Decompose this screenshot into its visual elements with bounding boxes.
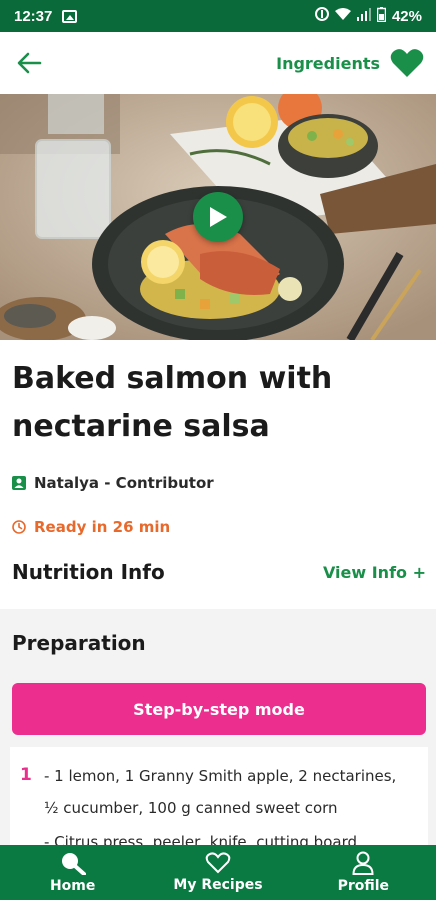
heart-icon xyxy=(205,852,231,874)
battery-icon xyxy=(376,6,387,26)
ingredients-button[interactable]: Ingredients xyxy=(276,48,424,78)
step-number: 1 xyxy=(20,765,32,785)
nav-home[interactable]: Home xyxy=(0,845,145,900)
status-time: 12:37 xyxy=(14,7,53,25)
view-info-button[interactable]: View Info + xyxy=(323,563,426,582)
nav-my-recipes[interactable]: My Recipes xyxy=(145,845,290,900)
heart-icon xyxy=(390,49,424,77)
recipe-title: Baked salmon with nectarine salsa xyxy=(12,361,333,444)
app-header: Ingredients xyxy=(0,32,436,94)
preparation-title: Preparation xyxy=(12,631,146,655)
dnd-icon xyxy=(314,7,329,25)
search-icon xyxy=(61,853,86,875)
back-button[interactable] xyxy=(12,46,46,80)
step-card: 1 - 1 lemon, 1 Granny Smith apple, 2 nec… xyxy=(10,747,428,857)
play-icon xyxy=(210,207,227,227)
signal-icon xyxy=(356,7,371,25)
arrow-left-icon xyxy=(17,52,42,74)
preparation-section: Preparation Step-by-step mode 1 - 1 lemo… xyxy=(0,609,436,857)
nav-my-recipes-label: My Recipes xyxy=(173,877,263,893)
status-bar: 12:37 42% xyxy=(0,0,436,32)
contact-card-icon xyxy=(12,476,26,490)
step-by-step-mode-button[interactable]: Step-by-step mode xyxy=(12,683,426,735)
ingredients-label: Ingredients xyxy=(276,53,380,73)
play-video-button[interactable] xyxy=(193,192,243,242)
nutrition-row: Nutrition Info View Info + xyxy=(12,560,426,584)
nutrition-title: Nutrition Info xyxy=(12,560,165,584)
person-icon xyxy=(352,851,374,875)
image-notification-icon xyxy=(62,9,78,23)
nav-home-label: Home xyxy=(49,878,96,894)
step-text-line: - 1 lemon, 1 Granny Smith apple, 2 necta… xyxy=(44,767,397,785)
battery-percent: 42% xyxy=(391,7,422,25)
step-text-line: ½ cucumber, 100 g canned sweet corn xyxy=(44,799,338,817)
nav-profile-label: Profile xyxy=(337,878,390,894)
nav-profile[interactable]: Profile xyxy=(291,845,436,900)
ready-time: Ready in 26 min xyxy=(34,518,171,536)
author-name: Natalya - Contributor xyxy=(34,474,214,492)
recipe-image xyxy=(0,94,436,340)
bottom-navigation: Home My Recipes Profile xyxy=(0,845,436,900)
ready-time-row: Ready in 26 min xyxy=(12,518,170,536)
wifi-icon xyxy=(334,7,351,25)
author-row[interactable]: Natalya - Contributor xyxy=(12,474,214,492)
clock-icon xyxy=(12,520,26,534)
status-icons: 42% xyxy=(314,6,422,26)
